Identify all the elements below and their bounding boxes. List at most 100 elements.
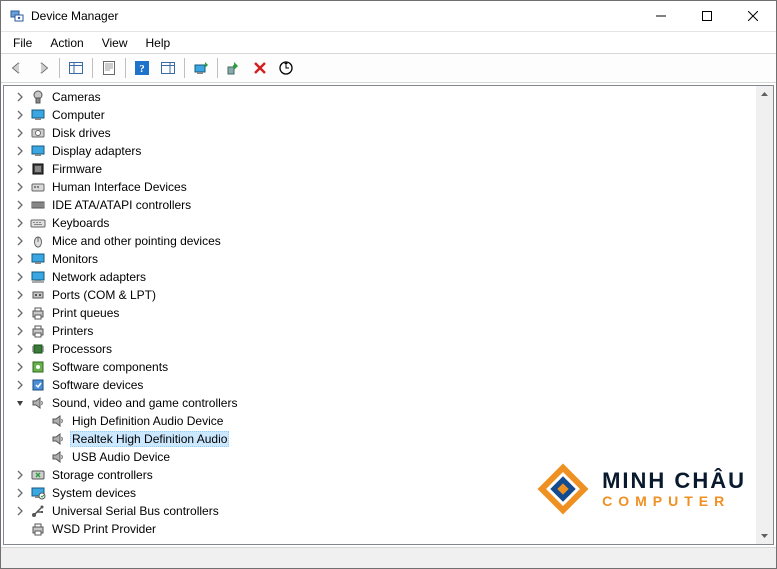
tree-item[interactable]: Printers [4,322,756,340]
speaker-icon [50,449,66,465]
tree-item[interactable]: Software components [4,358,756,376]
menubar: File Action View Help [1,32,776,53]
tree-item[interactable]: Human Interface Devices [4,178,756,196]
scan-hardware-button[interactable] [274,56,298,80]
expand-closed-icon[interactable] [12,485,28,501]
expand-closed-icon[interactable] [12,251,28,267]
scroll-up-icon[interactable] [756,86,773,103]
expand-closed-icon[interactable] [12,143,28,159]
show-hide-tree-button[interactable] [64,56,88,80]
device-tree[interactable]: Cameras Computer Disk drives Display adapte… [4,86,756,544]
tree-item[interactable]: USB Audio Device [4,448,756,466]
toolbar-separator [59,58,60,78]
minimize-button[interactable] [638,1,684,31]
tree-item[interactable]: Firmware [4,160,756,178]
expand-closed-icon[interactable] [12,125,28,141]
action-pane-button[interactable] [156,56,180,80]
tree-item[interactable]: Keyboards [4,214,756,232]
monitor-icon [30,251,46,267]
status-bar [1,547,776,568]
tree-item[interactable]: Monitors [4,250,756,268]
expand-closed-icon[interactable] [12,89,28,105]
update-driver-button[interactable] [189,56,213,80]
expand-closed-icon[interactable] [12,107,28,123]
tree-item[interactable]: Realtek High Definition Audio [4,430,756,448]
tree-item[interactable]: Ports (COM & LPT) [4,286,756,304]
close-button[interactable] [730,1,776,31]
expand-closed-icon[interactable] [12,359,28,375]
expand-closed-icon[interactable] [12,503,28,519]
tree-item-label: USB Audio Device [70,450,172,464]
mouse-icon [30,233,46,249]
tree-item-label: Print queues [50,306,121,320]
tree-item-label: WSD Print Provider [50,522,158,536]
tree-item-label: Disk drives [50,126,113,140]
expand-closed-icon[interactable] [12,161,28,177]
tree-item[interactable]: Software devices [4,376,756,394]
tree-item-label: Printers [50,324,95,338]
tree-item[interactable]: Storage controllers [4,466,756,484]
device-manager-window: Device Manager File Action View Help [0,0,777,569]
scroll-down-icon[interactable] [756,527,773,544]
tree-item[interactable]: Mice and other pointing devices [4,232,756,250]
port-icon [30,287,46,303]
expand-closed-icon[interactable] [12,287,28,303]
tree-item-label: Computer [50,108,107,122]
tree-item-label: Processors [50,342,114,356]
expand-closed-icon[interactable] [12,269,28,285]
back-button[interactable] [5,56,29,80]
tree-item-label: IDE ATA/ATAPI controllers [50,198,193,212]
expand-closed-icon[interactable] [12,197,28,213]
tree-item[interactable]: High Definition Audio Device [4,412,756,430]
tree-item[interactable]: Processors [4,340,756,358]
properties-button[interactable] [97,56,121,80]
expand-closed-icon[interactable] [12,233,28,249]
expand-closed-icon[interactable] [12,341,28,357]
expand-closed-icon[interactable] [12,467,28,483]
swc-icon [30,359,46,375]
enable-device-button[interactable] [222,56,246,80]
scroll-track[interactable] [756,103,773,527]
expand-closed-icon[interactable] [12,323,28,339]
ide-icon [30,197,46,213]
tree-item[interactable]: Universal Serial Bus controllers [4,502,756,520]
expand-closed-icon[interactable] [12,215,28,231]
swd-icon [30,377,46,393]
uninstall-device-button[interactable] [248,56,272,80]
help-button[interactable]: ? [130,56,154,80]
tree-item[interactable]: Disk drives [4,124,756,142]
usb-icon [30,503,46,519]
menu-action[interactable]: Action [42,34,91,52]
expand-closed-icon[interactable] [12,305,28,321]
tree-item[interactable]: Network adapters [4,268,756,286]
titlebar: Device Manager [1,1,776,32]
tree-item-label: Firmware [50,162,104,176]
tree-item[interactable]: Sound, video and game controllers [4,394,756,412]
printer-icon [30,323,46,339]
menu-view[interactable]: View [94,34,136,52]
cpu-icon [30,341,46,357]
tree-item-label: Ports (COM & LPT) [50,288,158,302]
expand-closed-icon[interactable] [12,377,28,393]
hid-icon [30,179,46,195]
expand-open-icon[interactable] [12,395,28,411]
maximize-button[interactable] [684,1,730,31]
tree-item-label: Network adapters [50,270,148,284]
tree-item[interactable]: WSD Print Provider [4,520,756,538]
tree-item-label: System devices [50,486,138,500]
client-area: Cameras Computer Disk drives Display adapte… [1,83,776,547]
tree-item[interactable]: System devices [4,484,756,502]
vertical-scrollbar[interactable] [756,86,773,544]
tree-item[interactable]: Computer [4,106,756,124]
tree-item[interactable]: Display adapters [4,142,756,160]
tree-item-label: High Definition Audio Device [70,414,225,428]
tree-item[interactable]: IDE ATA/ATAPI controllers [4,196,756,214]
tree-item[interactable]: Print queues [4,304,756,322]
tree-item-label: Universal Serial Bus controllers [50,504,221,518]
expand-closed-icon[interactable] [12,179,28,195]
menu-file[interactable]: File [5,34,40,52]
storage-icon [30,467,46,483]
tree-item[interactable]: Cameras [4,88,756,106]
menu-help[interactable]: Help [138,34,179,52]
forward-button[interactable] [31,56,55,80]
